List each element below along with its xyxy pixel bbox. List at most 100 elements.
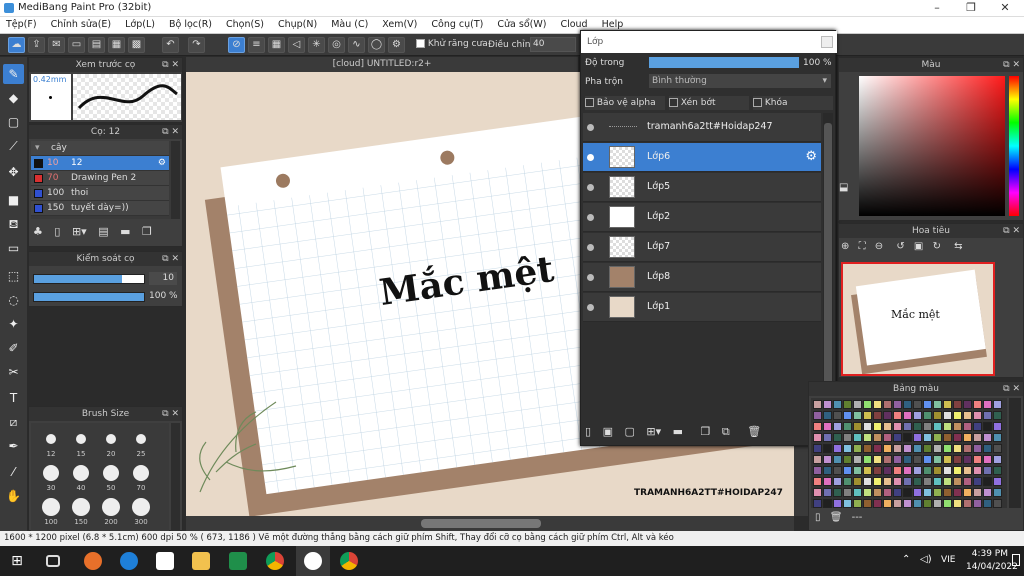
color-swatch[interactable] — [823, 488, 832, 497]
color-swatch[interactable] — [873, 433, 882, 442]
color-swatch[interactable] — [993, 466, 1002, 475]
brush-row[interactable]: 150 tuyết dày=)) — [31, 201, 169, 216]
color-swatch[interactable] — [913, 444, 922, 453]
medibang-task[interactable] — [296, 546, 330, 576]
color-swatch[interactable] — [853, 455, 862, 464]
color-swatch[interactable] — [843, 455, 852, 464]
color-swatch[interactable] — [963, 466, 972, 475]
color-swatch[interactable] — [843, 411, 852, 420]
color-swatch[interactable] — [943, 422, 952, 431]
panel-close-icon[interactable]: ⧉ ✕ — [162, 125, 179, 139]
color-swatch[interactable] — [843, 444, 852, 453]
canvas-vscrollbar[interactable] — [794, 446, 808, 516]
firefox-icon[interactable] — [84, 552, 102, 570]
color-swatch[interactable] — [933, 455, 942, 464]
color-swatch[interactable] — [983, 466, 992, 475]
color-swatch[interactable] — [963, 422, 972, 431]
color-swatch[interactable] — [963, 477, 972, 486]
brush-size-cell[interactable]: 200 — [97, 495, 125, 527]
color-swatch[interactable] — [983, 400, 992, 409]
color-swatch[interactable] — [923, 400, 932, 409]
color-swatch[interactable] — [933, 444, 942, 453]
rotate-left-icon[interactable]: ↺ — [896, 241, 904, 252]
page-icon[interactable]: ▤ — [88, 37, 105, 53]
menu-select[interactable]: Chọn(S) — [220, 17, 272, 33]
color-swatch[interactable] — [853, 411, 862, 420]
color-swatch[interactable] — [893, 411, 902, 420]
color-swatch[interactable] — [973, 411, 982, 420]
add-layer-menu-icon[interactable]: ⊞▾ — [646, 425, 661, 438]
color-swatch[interactable] — [943, 488, 952, 497]
dot-tool-icon[interactable]: ⟋ — [3, 136, 24, 156]
color-swatch[interactable] — [823, 422, 832, 431]
color-swatch[interactable] — [893, 455, 902, 464]
color-swatch[interactable] — [983, 455, 992, 464]
color-swatch[interactable] — [813, 400, 822, 409]
color-swatch[interactable] — [873, 477, 882, 486]
color-swatch[interactable] — [813, 477, 822, 486]
color-swatch[interactable] — [913, 411, 922, 420]
color-swatch[interactable] — [883, 466, 892, 475]
menu-window[interactable]: Cửa sổ(W) — [491, 17, 554, 33]
layer-row[interactable]: Lớp8 — [583, 263, 821, 292]
collapse-icon[interactable]: ▾ — [35, 141, 40, 156]
color-swatch[interactable] — [953, 422, 962, 431]
color-swatch[interactable] — [943, 455, 952, 464]
tray-chevron-icon[interactable]: ⌃ — [902, 554, 910, 565]
new-8bit-layer-icon[interactable]: ▢ — [624, 425, 634, 438]
color-swatch[interactable] — [943, 499, 952, 508]
brush-size-value[interactable]: 10 — [149, 272, 177, 285]
color-swatch[interactable] — [913, 455, 922, 464]
color-swatch[interactable] — [993, 444, 1002, 453]
new-halftone-layer-icon[interactable]: ▣ — [603, 425, 613, 438]
start-icon[interactable]: ⊞ — [8, 552, 26, 570]
snap-cross-icon[interactable]: ▦ — [268, 37, 285, 53]
color-swatch[interactable] — [843, 466, 852, 475]
color-swatch[interactable] — [983, 444, 992, 453]
menu-snap[interactable]: Chụp(N) — [272, 17, 325, 33]
color-swatch[interactable] — [953, 466, 962, 475]
color-swatch[interactable] — [843, 422, 852, 431]
blend-mode-select[interactable]: Bình thường ▾ — [649, 74, 831, 88]
brush-group-row[interactable]: ▾ cây — [31, 141, 169, 156]
color-swatch[interactable] — [833, 400, 842, 409]
color-swatch[interactable] — [903, 466, 912, 475]
comment-icon[interactable]: ✉ — [48, 37, 65, 53]
color-swatch[interactable] — [873, 444, 882, 453]
layer-row[interactable]: Lớp1 — [583, 293, 821, 322]
adjust-value-field[interactable]: 40 — [530, 37, 576, 52]
folder-icon[interactable]: ▬ — [120, 225, 130, 238]
color-swatch[interactable] — [923, 477, 932, 486]
color-swatch[interactable] — [823, 455, 832, 464]
divide-tool-icon[interactable]: ⧄ — [3, 412, 24, 432]
color-swatch[interactable] — [843, 433, 852, 442]
clip-option[interactable]: Xén bớt — [669, 96, 749, 110]
color-swatch[interactable] — [993, 400, 1002, 409]
color-swatch[interactable] — [863, 400, 872, 409]
color-swatch[interactable] — [853, 422, 862, 431]
window-icon[interactable]: ▭ — [68, 37, 85, 53]
color-swatch[interactable] — [973, 488, 982, 497]
select-tool-icon[interactable]: ⬚ — [3, 266, 24, 286]
duplicate-layer-icon[interactable]: ❐ — [701, 425, 711, 438]
color-swatch[interactable] — [953, 433, 962, 442]
brush-row[interactable]: 100 thoi — [31, 186, 169, 201]
color-swatch[interactable] — [923, 499, 932, 508]
color-swatch[interactable] — [833, 411, 842, 420]
protect-alpha-checkbox[interactable] — [585, 98, 594, 107]
edge-icon[interactable] — [120, 552, 138, 570]
merge-layer-icon[interactable]: ⧉ — [722, 425, 730, 438]
canvas-hscrollbar[interactable] — [186, 516, 794, 531]
fill-rect-tool-icon[interactable]: ■ — [3, 190, 24, 210]
clip-checkbox[interactable] — [669, 98, 678, 107]
gradient-tool-icon[interactable]: ▭ — [3, 238, 24, 258]
color-swatch[interactable] — [973, 433, 982, 442]
panel-close-icon[interactable]: ⧉ ✕ — [1003, 58, 1020, 72]
magic-wand-tool-icon[interactable]: ✦ — [3, 314, 24, 334]
color-swatch[interactable] — [893, 499, 902, 508]
color-swatch[interactable] — [883, 422, 892, 431]
visibility-icon[interactable] — [587, 154, 594, 161]
color-swatch[interactable] — [943, 433, 952, 442]
brush-size-cell[interactable]: 50 — [97, 461, 125, 493]
color-swatch[interactable] — [833, 444, 842, 453]
